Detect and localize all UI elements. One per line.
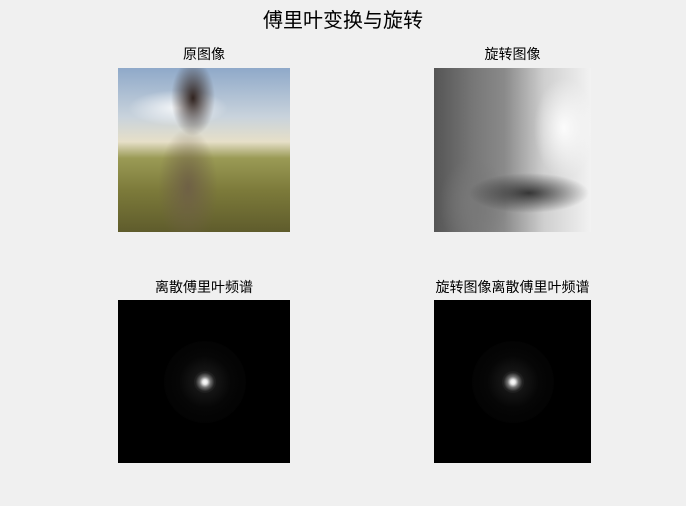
spectrum-center: [194, 371, 216, 393]
rotated-image-title: 旋转图像: [484, 47, 541, 63]
rotated-spectrum-image: [434, 300, 591, 463]
original-spectrum-image: [118, 300, 290, 463]
spectrum-center: [502, 371, 524, 393]
rotated-image: [434, 68, 591, 232]
rotated-spectrum-title: 旋转图像离散傅里叶频谱: [435, 280, 590, 296]
spectrum-title: 离散傅里叶频谱: [155, 280, 253, 296]
original-image-title: 原图像: [183, 47, 225, 63]
figure-title: 傅里叶变换与旋转: [263, 8, 423, 32]
original-image: [118, 68, 290, 232]
